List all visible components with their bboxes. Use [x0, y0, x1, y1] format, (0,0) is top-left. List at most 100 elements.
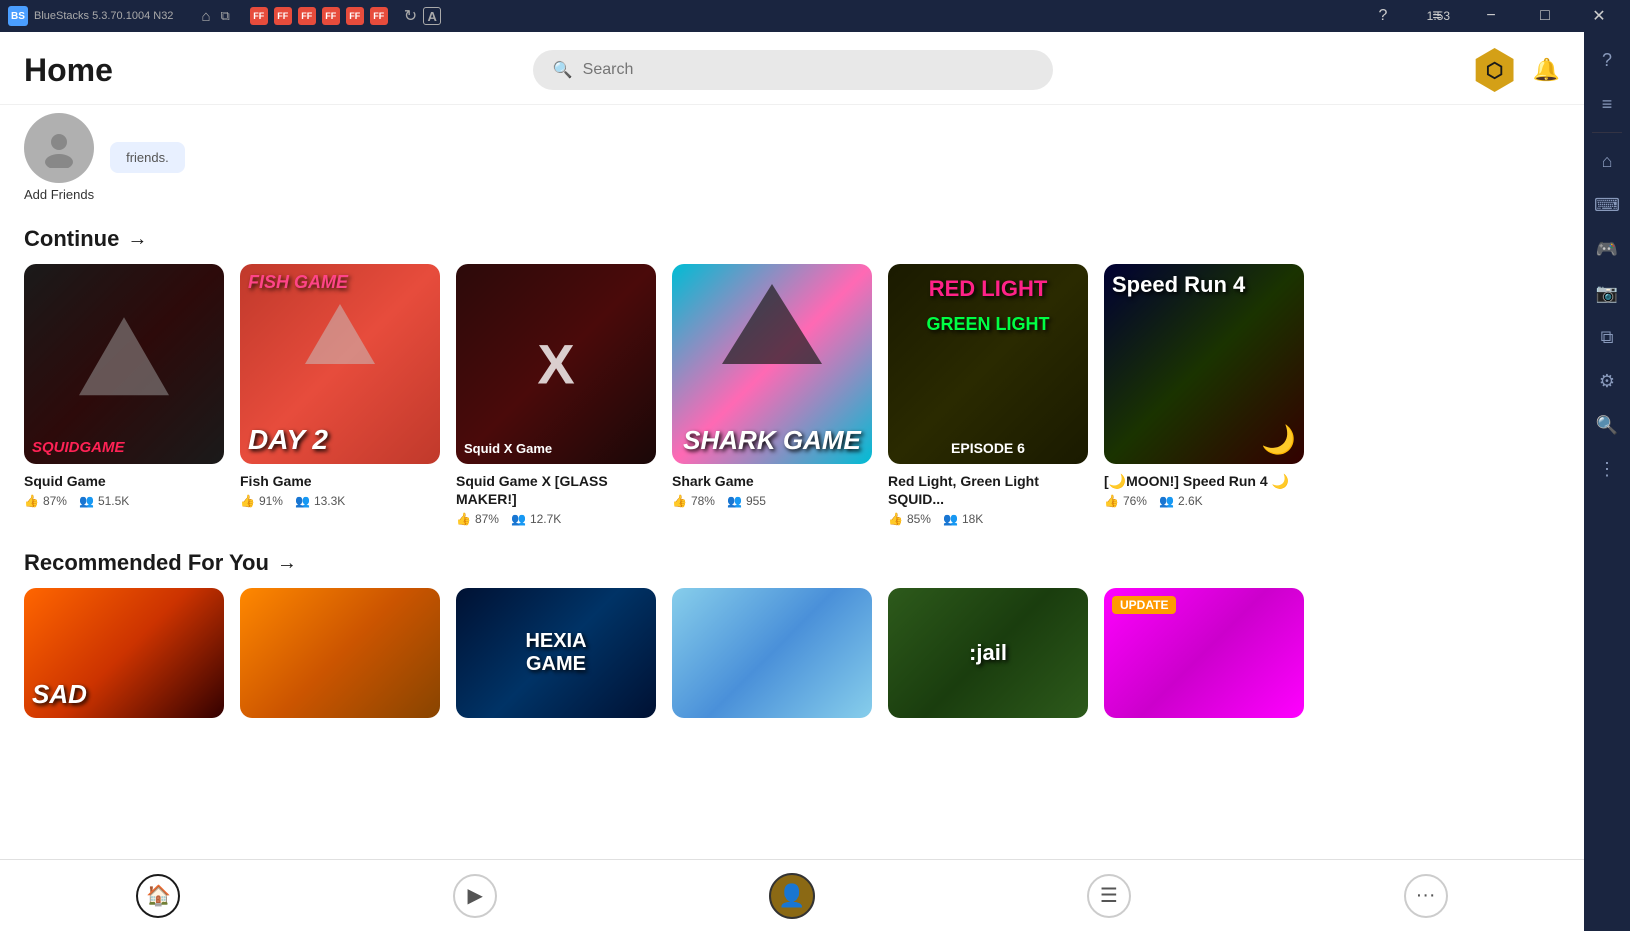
like-icon-rl: 👍 — [888, 512, 903, 526]
like-pct-shark: 78% — [691, 494, 715, 508]
question-icon[interactable]: ? — [1589, 42, 1625, 78]
ff-icon-2[interactable]: FF — [274, 7, 292, 25]
players-count: 51.5K — [98, 494, 129, 508]
game-card-squidx[interactable]: X Squid X Game Squid Game X [GLASS MAKER… — [456, 264, 656, 526]
players-count-sr: 2.6K — [1178, 494, 1203, 508]
ff-icon-1[interactable]: FF — [250, 7, 268, 25]
players-count-rl: 18K — [962, 512, 983, 526]
game-card-sad[interactable]: SAD — [24, 588, 224, 718]
layers-sidebar-icon[interactable]: ⧉ — [1589, 319, 1625, 355]
game-thumb-squidx: X Squid X Game — [456, 264, 656, 464]
a-icon[interactable]: A — [423, 7, 441, 25]
titlebar-multi-icon[interactable]: ⧉ — [221, 8, 230, 24]
game-thumb-car: UPDATE — [1104, 588, 1304, 718]
update-badge: UPDATE — [1112, 596, 1176, 614]
nav-home[interactable]: 🏠 — [128, 866, 188, 926]
game-title-shark: Shark Game — [672, 472, 872, 490]
players-icon-sx: 👥 — [511, 512, 526, 526]
avatar-nav-icon: 👤 — [769, 873, 815, 919]
refresh-icon[interactable]: ↻ — [404, 6, 417, 26]
more-sidebar-icon[interactable]: ⋮ — [1589, 451, 1625, 487]
episode-label: EPISODE 6 — [896, 440, 1080, 456]
players-icon-rl: 👥 — [943, 512, 958, 526]
recommended-games-row: SAD HEXIA GAME :jail — [0, 588, 1584, 734]
game-card-car[interactable]: UPDATE — [1104, 588, 1304, 718]
game-title-squid: Squid Game — [24, 472, 224, 490]
hex-button[interactable]: ⬡ — [1473, 48, 1517, 92]
menu-sidebar-icon[interactable]: ≡ — [1589, 86, 1625, 122]
recommended-arrow: → — [277, 552, 297, 575]
search-icon: 🔍 — [553, 60, 573, 80]
friends-section: Add Friends friends. — [0, 105, 1584, 218]
game-card-fish[interactable]: FISH GAME DAY 2 Fish Game 👍91% 👥13.3K — [240, 264, 440, 526]
friends-invite-text: friends. — [126, 150, 169, 165]
game-card-sky[interactable] — [672, 588, 872, 718]
maximize-button[interactable]: □ — [1522, 0, 1568, 32]
help-button[interactable]: ? — [1360, 0, 1406, 32]
like-icon-fish: 👍 — [240, 494, 255, 508]
list-nav-icon: ☰ — [1087, 874, 1131, 918]
like-icon-sx: 👍 — [456, 512, 471, 526]
ff-icon-3[interactable]: FF — [298, 7, 316, 25]
game-title-fish: Fish Game — [240, 472, 440, 490]
bottom-nav: 🏠 ▶ 👤 ☰ ··· — [0, 859, 1584, 931]
game-card-hexia[interactable]: HEXIA GAME — [456, 588, 656, 718]
game-stats-fish: 👍91% 👥13.3K — [240, 494, 440, 508]
game-stats-speedrun: 👍76% 👥2.6K — [1104, 494, 1304, 508]
game-card-speedrun[interactable]: Speed Run 4 🌙 [🌙MOON!] Speed Run 4 🌙 👍76… — [1104, 264, 1304, 526]
game-card-redlight[interactable]: RED LIGHT GREEN LIGHT EPISODE 6 Red Ligh… — [888, 264, 1088, 526]
camera-sidebar-icon[interactable]: 📷 — [1589, 275, 1625, 311]
titlebar-home-icon[interactable]: ⌂ — [201, 8, 210, 25]
search-bar[interactable]: 🔍 — [533, 50, 1053, 90]
notification-bell[interactable]: 🔔 — [1533, 57, 1560, 83]
continue-section-header[interactable]: Continue → — [0, 218, 1584, 264]
nav-more[interactable]: ··· — [1396, 866, 1456, 926]
search-sidebar-icon[interactable]: 🔍 — [1589, 407, 1625, 443]
ff-icon-5[interactable]: FF — [346, 7, 364, 25]
continue-arrow: → — [127, 228, 147, 251]
home-sidebar-icon[interactable]: ⌂ — [1589, 143, 1625, 179]
game-stats-shark: 👍78% 👥955 — [672, 494, 872, 508]
game-thumb-sad: SAD — [24, 588, 224, 718]
continue-title: Continue — [24, 226, 119, 252]
greenlight-label: GREEN LIGHT — [896, 314, 1080, 335]
search-input[interactable] — [583, 61, 1033, 79]
game-title-redlight: Red Light, Green Light SQUID... — [888, 472, 1088, 508]
keyboard-sidebar-icon[interactable]: ⌨ — [1589, 187, 1625, 223]
right-sidebar: ? ≡ ⌂ ⌨ 🎮 📷 ⧉ ⚙ 🔍 ⋮ — [1584, 32, 1630, 931]
settings-sidebar-icon[interactable]: ⚙ — [1589, 363, 1625, 399]
shark-label: SHARK GAME — [680, 425, 864, 456]
add-friends-label[interactable]: Add Friends — [24, 187, 94, 202]
gamepad-sidebar-icon[interactable]: 🎮 — [1589, 231, 1625, 267]
ff-icon-6[interactable]: FF — [370, 7, 388, 25]
like-pct-sr: 76% — [1123, 494, 1147, 508]
game-card-squid[interactable]: SQUIDGAME Squid Game 👍87% 👥51.5K — [24, 264, 224, 526]
like-pct-sx: 87% — [475, 512, 499, 526]
header-right: ⬡ 🔔 — [1473, 48, 1560, 92]
titlebar: BS BlueStacks 5.3.70.1004 N32 ⌂ ⧉ FF FF … — [0, 0, 1630, 32]
continue-games-row: SQUIDGAME Squid Game 👍87% 👥51.5K FISH GA… — [0, 264, 1584, 542]
game-thumb-shark: SHARK GAME — [672, 264, 872, 464]
minimize-button[interactable]: − — [1468, 0, 1514, 32]
game-thumb-jail: :jail — [888, 588, 1088, 718]
like-icon-shark: 👍 — [672, 494, 687, 508]
game-thumb-rec2 — [240, 588, 440, 718]
moon-emoji: 🌙 — [1261, 423, 1296, 456]
game-thumb-speedrun: Speed Run 4 🌙 — [1104, 264, 1304, 464]
game-card-rec2[interactable] — [240, 588, 440, 718]
game-stats-squidx: 👍87% 👥12.7K — [456, 512, 656, 526]
hexia-label: HEXIA GAME — [506, 630, 606, 676]
players-icon-shark: 👥 — [727, 494, 742, 508]
game-thumb-squid: SQUIDGAME — [24, 264, 224, 464]
speedrun-label: Speed Run 4 — [1112, 272, 1296, 298]
game-card-jail[interactable]: :jail — [888, 588, 1088, 718]
close-button[interactable]: ✕ — [1576, 0, 1622, 32]
nav-avatar[interactable]: 👤 — [762, 866, 822, 926]
nav-list[interactable]: ☰ — [1079, 866, 1139, 926]
recommended-section-header[interactable]: Recommended For You → — [0, 542, 1584, 588]
squidx-label: X — [537, 332, 574, 397]
ff-icon-4[interactable]: FF — [322, 7, 340, 25]
nav-play[interactable]: ▶ — [445, 866, 505, 926]
game-card-shark[interactable]: SHARK GAME Shark Game 👍78% 👥955 — [672, 264, 872, 526]
like-icon: 👍 — [24, 494, 39, 508]
